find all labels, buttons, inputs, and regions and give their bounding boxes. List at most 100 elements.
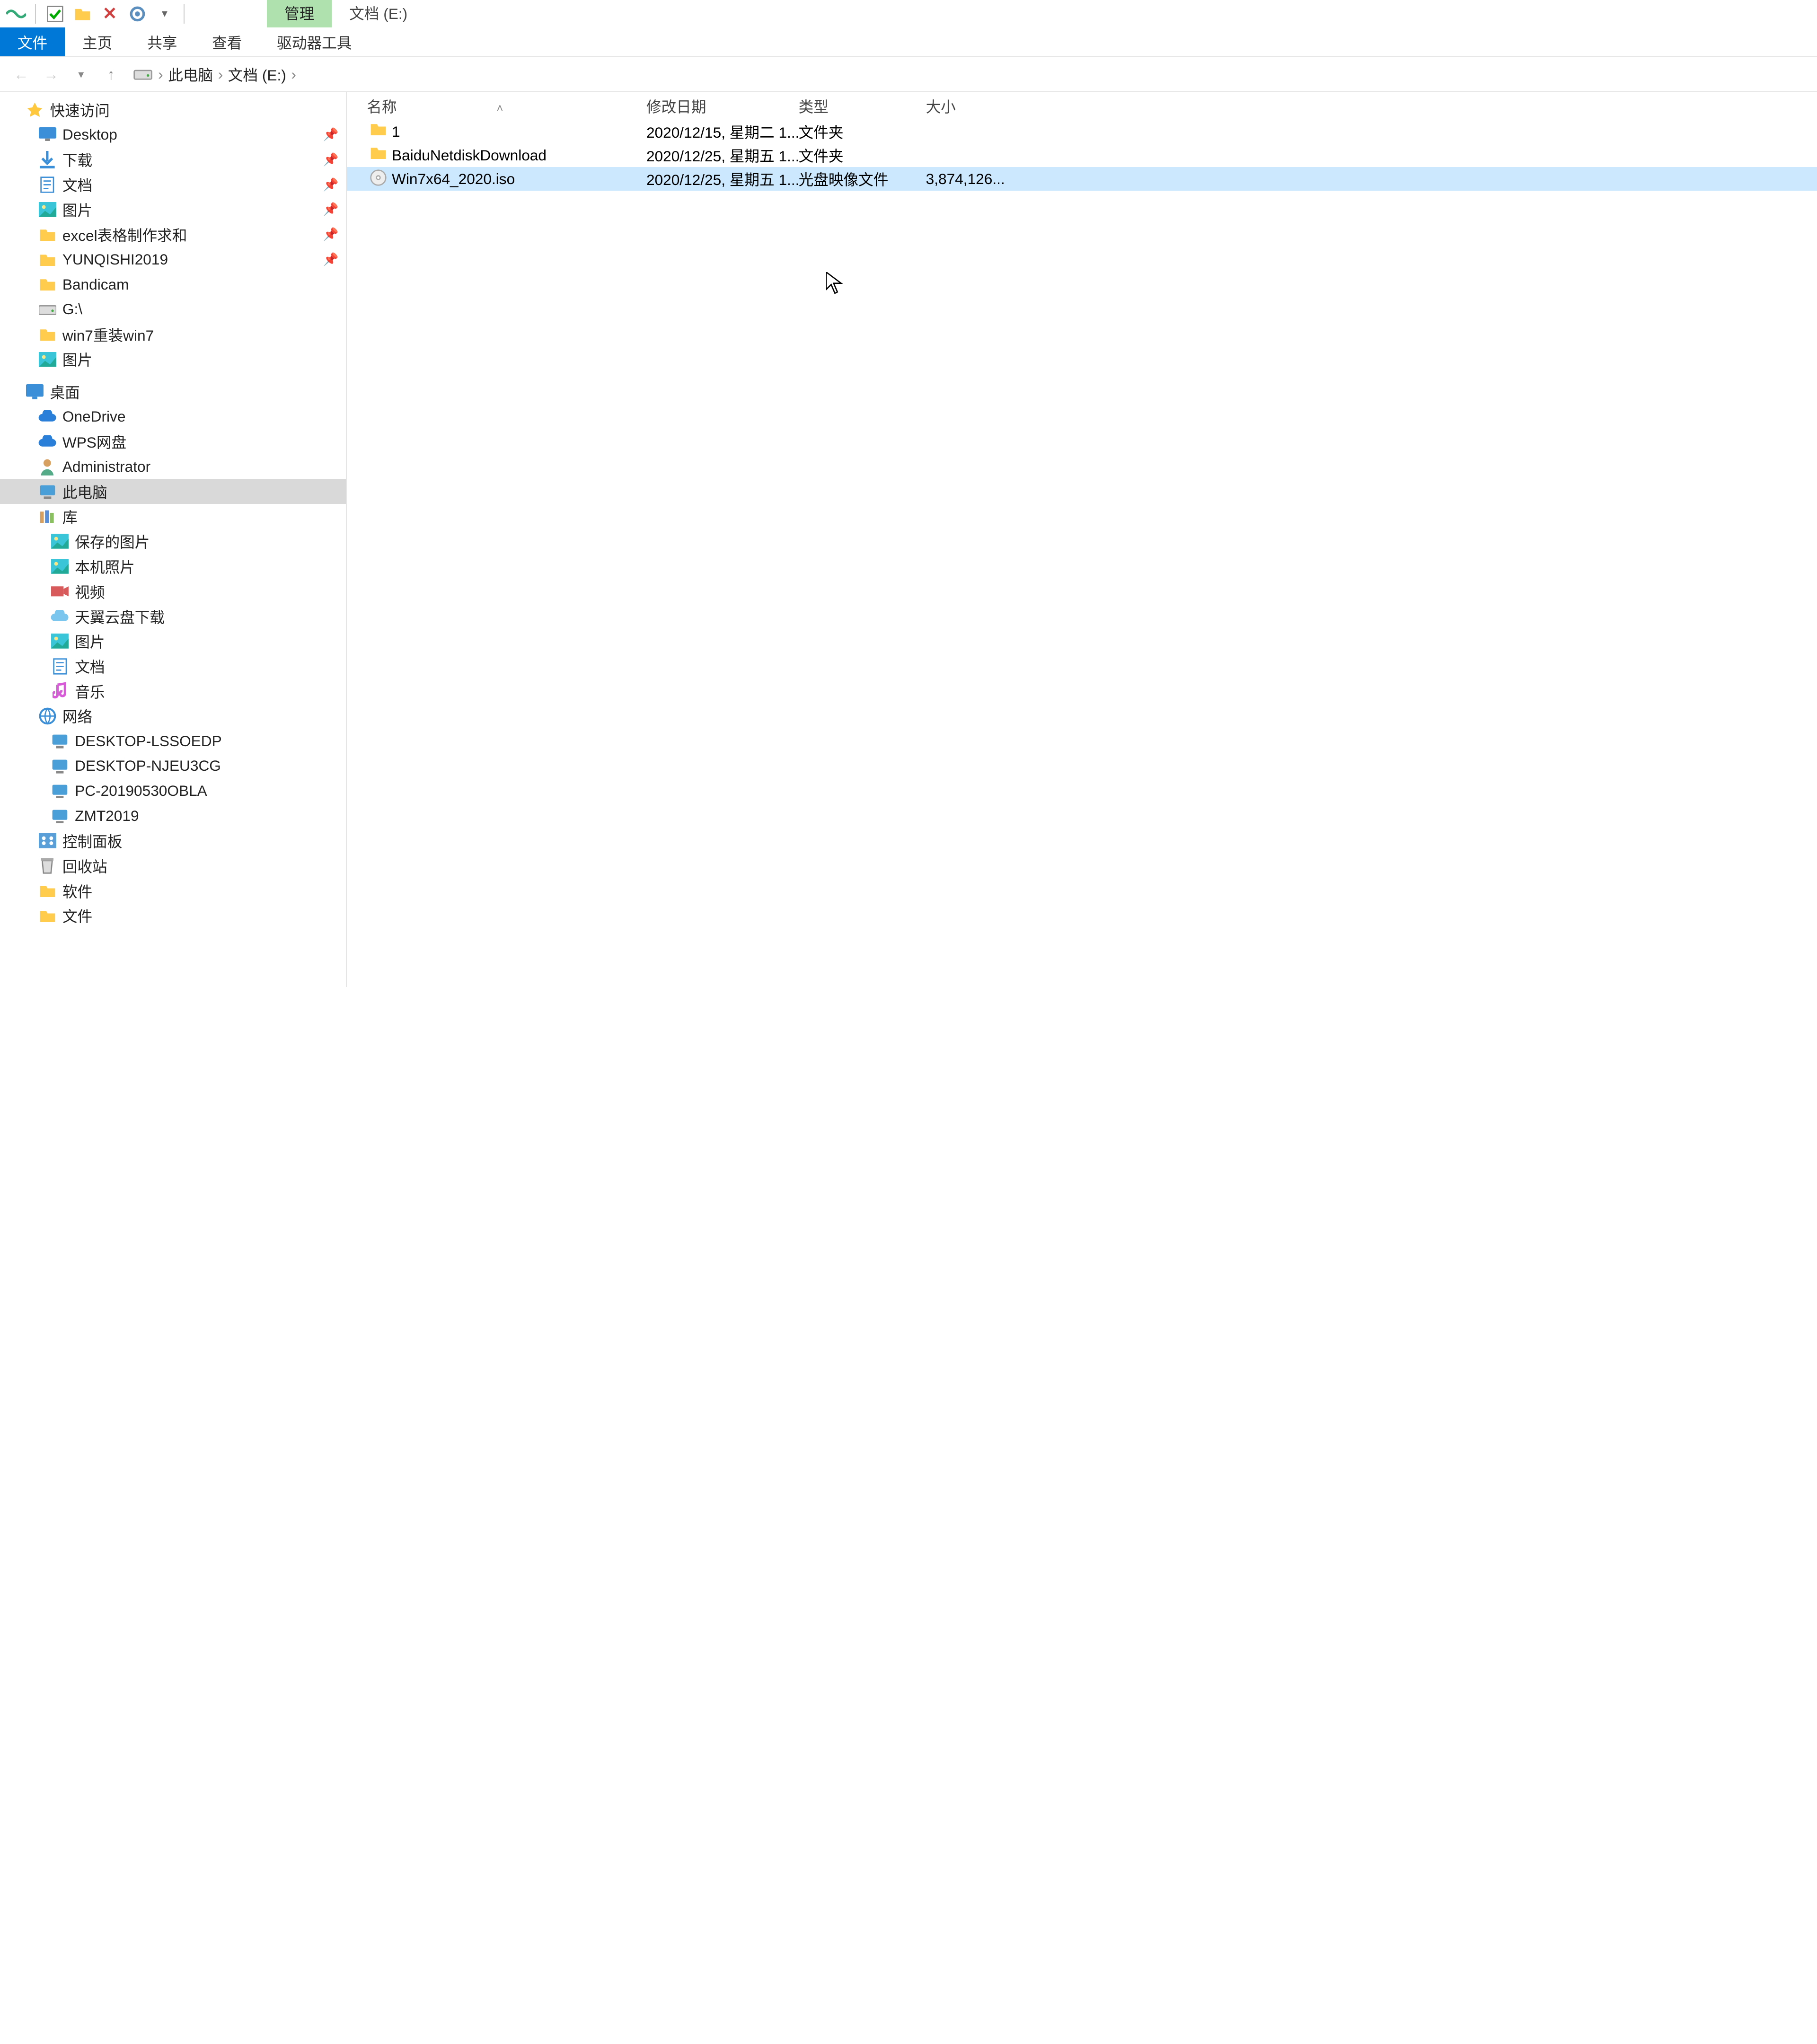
file-date: 2020/12/25, 星期五 1... — [646, 168, 799, 190]
sidebar-quick-item[interactable]: 图片 — [0, 347, 346, 372]
sidebar-quick-item[interactable]: 下载📌 — [0, 147, 346, 172]
file-name: BaiduNetdiskDownload — [392, 147, 547, 164]
title-path-label: 文档 (E:) — [332, 0, 425, 27]
sidebar-quick-access[interactable]: 快速访问 — [0, 97, 346, 123]
sidebar-item[interactable]: OneDrive — [0, 404, 346, 429]
sidebar-quick-item[interactable]: 文档📌 — [0, 172, 346, 197]
qat-checkbox-icon[interactable] — [44, 2, 66, 25]
file-tab[interactable]: 文件 — [0, 27, 65, 56]
back-button[interactable]: ← — [8, 61, 35, 88]
file-list[interactable]: 名称˄ 修改日期 类型 大小 12020/12/15, 星期二 1...文件夹B… — [347, 92, 1817, 987]
download-icon — [37, 150, 57, 169]
sidebar-item[interactable]: ZMT2019 — [0, 803, 346, 828]
desktop-icon — [25, 382, 45, 402]
ribbon: 文件 主页 共享 查看 驱动器工具 ⌄ ? — [0, 27, 1817, 57]
folder-icon — [370, 145, 389, 165]
col-date[interactable]: 修改日期 — [646, 95, 706, 117]
sidebar-quick-item[interactable]: G:\ — [0, 297, 346, 322]
tab-drive-tools[interactable]: 驱动器工具 — [259, 27, 369, 56]
sidebar-item[interactable]: 控制面板 — [0, 828, 346, 854]
sidebar-quick-item[interactable]: 图片📌 — [0, 197, 346, 222]
bin-icon — [37, 856, 57, 876]
file-row[interactable]: 12020/12/15, 星期二 1...文件夹 — [347, 120, 1817, 143]
address-bar[interactable]: › 此电脑 › 文档 (E:) › ⌄ ↻ — [127, 62, 1817, 86]
sidebar-item[interactable]: 保存的图片 — [0, 529, 346, 554]
video-icon — [50, 581, 70, 601]
sidebar-item[interactable]: 软件 — [0, 878, 346, 903]
pc-icon — [50, 806, 70, 826]
qat-dropdown-icon[interactable]: ▾ — [153, 2, 176, 25]
doc-icon — [37, 175, 57, 194]
sidebar-item[interactable]: PC-20190530OBLA — [0, 778, 346, 803]
sidebar-item[interactable]: 本机照片 — [0, 554, 346, 579]
cloud-blue-icon — [37, 432, 57, 451]
desktop-icon — [37, 125, 57, 145]
sidebar-item[interactable]: 视频 — [0, 579, 346, 604]
pin-icon: 📌 — [323, 177, 338, 192]
sidebar-item[interactable]: 网络 — [0, 704, 346, 729]
lib-icon — [37, 506, 57, 526]
quick-access-toolbar: ✕ ▾ — [0, 2, 192, 25]
app-icon — [5, 2, 27, 25]
file-name: Win7x64_2020.iso — [392, 170, 515, 188]
sidebar-item[interactable]: WPS网盘 — [0, 429, 346, 454]
pc-icon — [50, 731, 70, 751]
tab-share[interactable]: 共享 — [130, 27, 194, 56]
cloud-icon — [50, 606, 70, 626]
sidebar-quick-item[interactable]: Desktop📌 — [0, 122, 346, 147]
sidebar-item[interactable]: 文档 — [0, 654, 346, 679]
doc-icon — [50, 656, 70, 676]
file-date: 2020/12/25, 星期五 1... — [646, 144, 799, 166]
qat-delete-icon[interactable]: ✕ — [98, 2, 121, 25]
file-row[interactable]: Win7x64_2020.iso2020/12/25, 星期五 1...光盘映像… — [347, 167, 1817, 191]
sidebar-item[interactable]: DESKTOP-NJEU3CG — [0, 754, 346, 779]
up-button[interactable]: ↑ — [97, 61, 125, 88]
sidebar-item[interactable]: 此电脑 — [0, 479, 346, 504]
pc-icon — [50, 781, 70, 801]
sidebar-quick-item[interactable]: win7重装win7 — [0, 322, 346, 347]
breadcrumb-current[interactable]: 文档 (E:) — [228, 63, 286, 85]
pic-icon — [50, 531, 70, 551]
sidebar-item[interactable]: 天翼云盘下载 — [0, 604, 346, 629]
sidebar-desktop-root[interactable]: 桌面 — [0, 379, 346, 405]
tab-home[interactable]: 主页 — [65, 27, 130, 56]
content-area: 快速访问 Desktop📌下载📌文档📌图片📌excel表格制作求和📌YUNQIS… — [0, 92, 1817, 987]
file-type: 文件夹 — [799, 144, 844, 166]
pc-icon — [37, 482, 57, 502]
sidebar-item[interactable]: Administrator — [0, 454, 346, 479]
navigation-pane[interactable]: 快速访问 Desktop📌下载📌文档📌图片📌excel表格制作求和📌YUNQIS… — [0, 92, 347, 987]
folder-icon — [37, 881, 57, 901]
titlebar: ✕ ▾ 管理 文档 (E:) — [0, 0, 1817, 27]
col-type[interactable]: 类型 — [799, 95, 829, 117]
breadcrumb-sep: › — [158, 66, 163, 83]
tab-view[interactable]: 查看 — [194, 27, 259, 56]
sidebar-item[interactable]: 音乐 — [0, 678, 346, 704]
tool-context-tab[interactable]: 管理 — [267, 0, 332, 27]
sidebar-quick-item[interactable]: Bandicam — [0, 272, 346, 297]
sidebar-quick-item[interactable]: YUNQISHI2019📌 — [0, 247, 346, 272]
qat-gear-icon[interactable] — [126, 2, 148, 25]
pic-icon — [37, 200, 57, 220]
sidebar-item[interactable]: 文件 — [0, 903, 346, 928]
forward-button[interactable]: → — [37, 61, 65, 88]
sidebar-item[interactable]: 图片 — [0, 629, 346, 654]
col-name[interactable]: 名称˄ — [367, 95, 503, 117]
sidebar-item[interactable]: 回收站 — [0, 854, 346, 879]
folder-icon — [370, 122, 389, 141]
sidebar-item[interactable]: DESKTOP-LSSOEDP — [0, 729, 346, 754]
recent-dropdown[interactable]: ▾ — [67, 61, 95, 88]
sidebar-item[interactable]: 库 — [0, 504, 346, 529]
sidebar-quick-item[interactable]: excel表格制作求和📌 — [0, 222, 346, 247]
pin-icon: 📌 — [323, 127, 338, 142]
col-size[interactable]: 大小 — [926, 95, 956, 117]
breadcrumb-this-pc[interactable]: 此电脑 — [168, 63, 213, 85]
user-icon — [37, 457, 57, 476]
column-headers[interactable]: 名称˄ 修改日期 类型 大小 — [347, 92, 1817, 120]
navigation-bar: ← → ▾ ↑ › 此电脑 › 文档 (E:) › ⌄ ↻ 搜索"文档 (E:)… — [0, 57, 1817, 92]
qat-folder-icon[interactable] — [71, 2, 93, 25]
pic-icon — [50, 631, 70, 651]
pin-icon: 📌 — [323, 227, 338, 242]
file-row[interactable]: BaiduNetdiskDownload 2020/12/25, 星期五 1...… — [347, 143, 1817, 167]
disc-icon — [370, 169, 389, 189]
folder-icon — [37, 274, 57, 294]
